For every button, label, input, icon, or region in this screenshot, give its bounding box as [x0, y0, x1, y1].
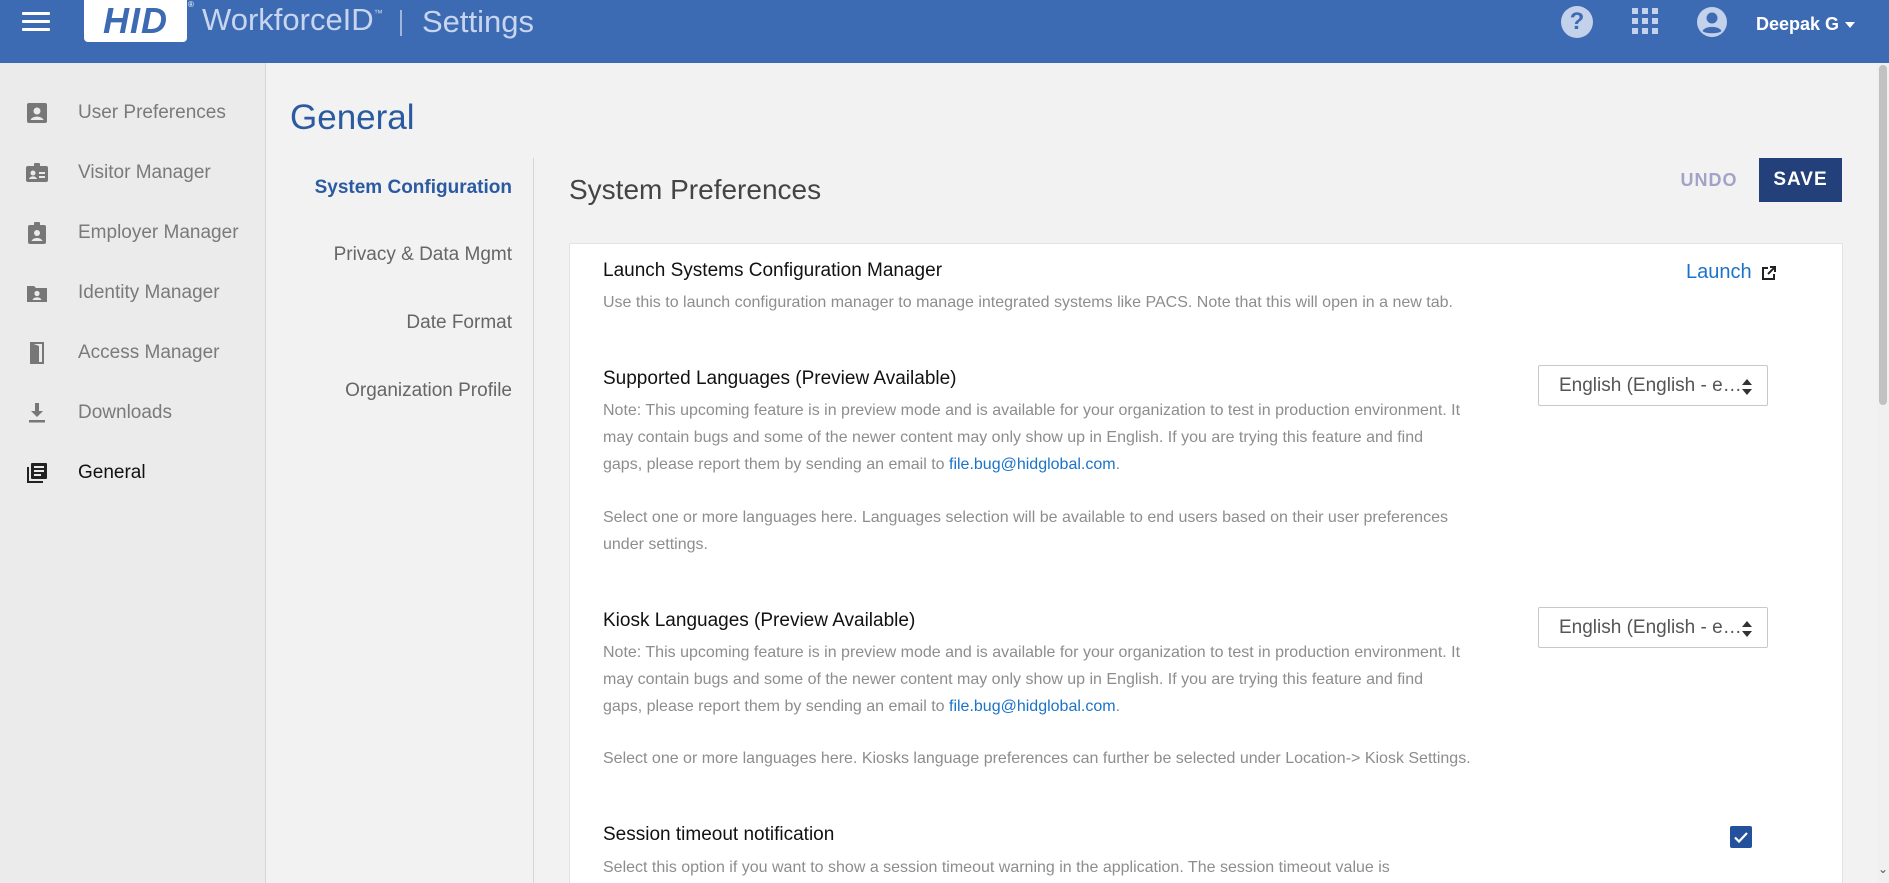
- open-in-new-icon: [1761, 265, 1776, 280]
- sidebar-item-user-preferences[interactable]: User Preferences: [0, 88, 265, 138]
- bug-email-link[interactable]: file.bug@hidglobal.com: [949, 456, 1116, 473]
- subnav-item-privacy-data-mgmt[interactable]: Privacy & Data Mgmt: [334, 244, 512, 266]
- sidebar-item-label: Visitor Manager: [78, 162, 211, 183]
- note-line-text: gaps, please report them by sending an e…: [603, 456, 945, 473]
- door-icon: [30, 342, 44, 364]
- sidebar-item-label: User Preferences: [78, 102, 226, 123]
- system-preferences-card: Launch Systems Configuration Manager Use…: [569, 243, 1843, 883]
- sidebar-item-visitor-manager[interactable]: Visitor Manager: [0, 148, 265, 198]
- sidebar-item-downloads[interactable]: Downloads: [0, 388, 265, 438]
- user-menu[interactable]: Deepak G: [1756, 14, 1856, 35]
- employee-badge-icon: [28, 222, 46, 244]
- launch-link[interactable]: Launch: [1686, 261, 1778, 284]
- identity-folder-icon: [27, 286, 47, 302]
- period: .: [1115, 698, 1121, 715]
- help-line: under settings.: [603, 536, 708, 553]
- sidebar-item-employer-manager[interactable]: Employer Manager: [0, 208, 265, 258]
- user-name: Deepak G: [1756, 14, 1840, 34]
- sidebar: User Preferences Visitor Manager Employe…: [0, 63, 266, 883]
- note-line: may contain bugs and some of the newer c…: [603, 671, 1424, 688]
- kiosk-languages-help: Select one or more languages here. Kiosk…: [603, 750, 1471, 767]
- supported-languages-title: Supported Languages (Preview Available): [603, 368, 957, 389]
- kiosk-languages-note: Note: This upcoming feature is in previe…: [603, 639, 1460, 720]
- select-value: English (English - e…: [1559, 374, 1742, 396]
- sidebar-item-identity-manager[interactable]: Identity Manager: [0, 268, 265, 318]
- session-timeout-checkbox[interactable]: [1730, 826, 1752, 848]
- note-line: Note: This upcoming feature is in previe…: [603, 402, 1461, 419]
- visitor-card-icon: [26, 163, 48, 182]
- sidebar-item-access-manager[interactable]: Access Manager: [0, 328, 265, 378]
- note-line: Note: This upcoming feature is in previe…: [603, 644, 1461, 661]
- save-button[interactable]: SAVE: [1759, 158, 1842, 202]
- section-title: Settings: [422, 4, 535, 39]
- note-line: gaps, please report them by sending an e…: [603, 693, 1460, 720]
- kiosk-languages-select[interactable]: English (English - e…: [1538, 607, 1768, 648]
- session-timeout-title: Session timeout notification: [603, 824, 835, 845]
- sidebar-item-label: Downloads: [78, 402, 172, 423]
- hamburger-icon[interactable]: [22, 12, 50, 34]
- subnav-item-system-configuration[interactable]: System Configuration: [315, 177, 512, 199]
- sidebar-item-label: Employer Manager: [78, 222, 239, 243]
- sort-arrows-icon: [1742, 621, 1752, 637]
- select-value: English (English - e…: [1559, 616, 1742, 638]
- top-app-bar: HID ® WorkforceID™ Settings ? Deepak G: [0, 0, 1889, 63]
- account-circle-icon[interactable]: [1696, 6, 1728, 38]
- product-name-text: WorkforceID: [202, 2, 374, 37]
- user-badge-icon: [27, 103, 47, 123]
- supported-languages-select[interactable]: English (English - e…: [1538, 365, 1768, 406]
- note-line: may contain bugs and some of the newer c…: [603, 429, 1424, 446]
- title-divider: [400, 10, 402, 36]
- period: .: [1115, 456, 1121, 473]
- session-timeout-desc: Select this option if you want to show a…: [603, 859, 1390, 876]
- supported-languages-note: Note: This upcoming feature is in previe…: [603, 397, 1460, 478]
- subnav-item-date-format[interactable]: Date Format: [406, 312, 512, 334]
- launch-config-desc: Use this to launch configuration manager…: [603, 294, 1453, 311]
- settings-subnav: System Configuration Privacy & Data Mgmt…: [266, 158, 534, 883]
- download-icon: [29, 403, 45, 423]
- launch-config-title: Launch Systems Configuration Manager: [603, 260, 943, 281]
- help-line: Select one or more languages here. Langu…: [603, 509, 1448, 526]
- product-name: WorkforceID™: [202, 2, 383, 38]
- library-books-icon: [27, 463, 47, 483]
- kiosk-languages-title: Kiosk Languages (Preview Available): [603, 610, 916, 631]
- page-title: General: [290, 98, 415, 137]
- sort-arrows-icon: [1742, 379, 1752, 395]
- scrollbar-thumb[interactable]: [1879, 65, 1887, 405]
- registered-mark: ®: [188, 0, 194, 9]
- check-icon: [1734, 832, 1748, 844]
- bug-email-link[interactable]: file.bug@hidglobal.com: [949, 698, 1116, 715]
- sidebar-item-general[interactable]: General: [0, 448, 265, 498]
- supported-languages-help: Select one or more languages here. Langu…: [603, 504, 1448, 558]
- apps-grid-icon[interactable]: [1632, 8, 1658, 34]
- panel-heading: System Preferences: [569, 174, 822, 205]
- subnav-item-organization-profile[interactable]: Organization Profile: [345, 380, 512, 402]
- undo-button[interactable]: UNDO: [1668, 160, 1750, 200]
- note-line-text: gaps, please report them by sending an e…: [603, 698, 945, 715]
- logo-text: HID: [103, 0, 168, 41]
- launch-link-label: Launch: [1686, 261, 1752, 283]
- sidebar-item-label: Identity Manager: [78, 282, 220, 303]
- chevron-down-icon: [1845, 22, 1856, 29]
- help-icon[interactable]: ?: [1561, 6, 1593, 38]
- scroll-down-arrow-icon[interactable]: ⌄: [1878, 862, 1888, 876]
- sidebar-item-label: Access Manager: [78, 342, 220, 363]
- note-line: gaps, please report them by sending an e…: [603, 451, 1460, 478]
- page-scrollbar[interactable]: [1877, 63, 1889, 883]
- trademark-mark: ™: [373, 8, 383, 18]
- hid-logo: HID: [84, 0, 187, 42]
- sidebar-item-label: General: [78, 462, 146, 483]
